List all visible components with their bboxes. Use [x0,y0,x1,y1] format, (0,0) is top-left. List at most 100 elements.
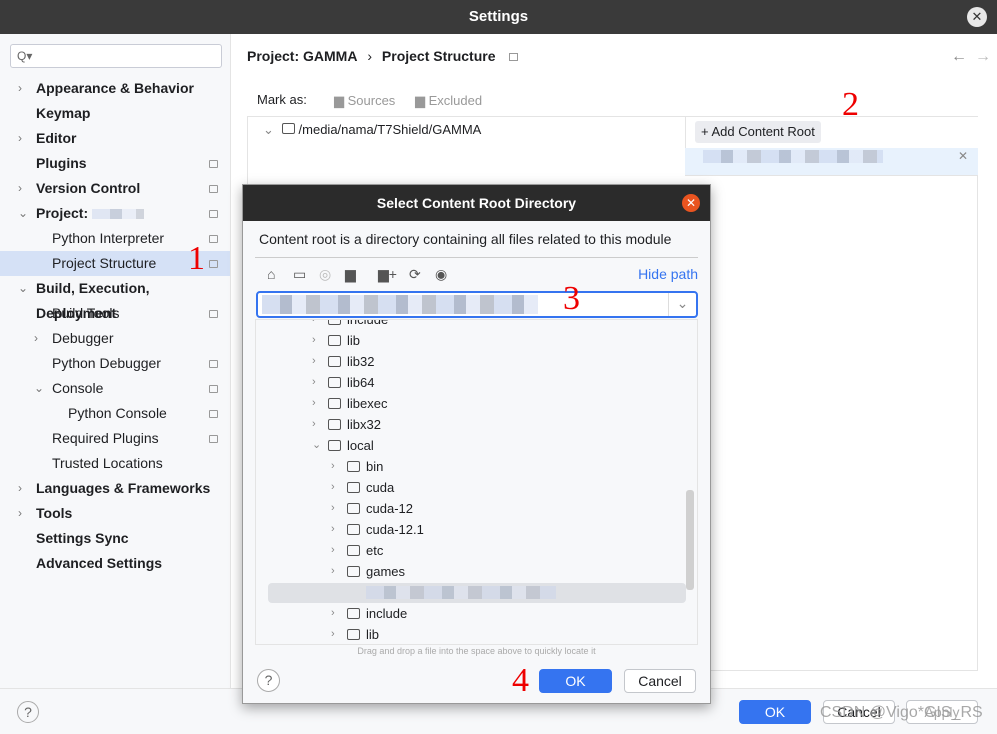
sidebar-item[interactable]: Python Console [0,401,230,426]
mark-as-label: Mark as: [257,92,307,107]
tree-item[interactable]: ⌄ local [256,435,696,456]
refresh-icon[interactable]: ⟳ [409,266,421,283]
chevron-icon[interactable]: ⌄ [18,201,28,226]
back-button[interactable]: ← [951,48,967,66]
content-root-row[interactable]: ⌄ /media/nama/T7Shield/GAMMA [263,122,481,138]
mark-excluded-button[interactable]: ▆ Excluded [415,93,482,109]
folder-icon [347,524,360,535]
tree-item[interactable]: › libx32 [256,414,696,435]
sidebar-item[interactable]: ⌄ Build, Execution, Deployment [0,276,230,321]
path-history-dropdown[interactable]: ⌄ [668,293,696,316]
tree-scrollbar[interactable] [686,490,694,590]
home-icon[interactable]: ⌂ [267,266,275,282]
tree-item[interactable] [256,582,696,603]
window-title: Settings [0,0,997,34]
show-hidden-icon[interactable]: ◉ [435,266,447,283]
chevron-icon[interactable]: › [18,126,22,151]
chevron-icon[interactable]: › [18,176,22,201]
dialog-ok-button[interactable]: OK [539,669,612,693]
chevron-right-icon[interactable]: › [312,330,316,351]
sidebar-item[interactable]: Plugins [0,151,230,176]
path-input[interactable]: ⌄ [256,291,698,318]
chevron-right-icon[interactable]: › [312,393,316,414]
sidebar-item-label: Settings Sync [36,530,129,546]
help-button[interactable]: ? [17,701,39,723]
chevron-icon[interactable]: › [18,76,22,101]
tree-item[interactable]: › libexec [256,393,696,414]
chevron-right-icon[interactable]: › [331,603,335,624]
chevron-down-icon[interactable]: ⌄ [312,435,321,456]
chevron-right-icon[interactable]: › [312,414,316,435]
tree-item[interactable]: › lib [256,330,696,351]
sidebar-item[interactable]: Advanced Settings [0,551,230,576]
content-root-entry[interactable]: ✕ [685,148,978,176]
chevron-icon[interactable]: › [18,476,22,501]
tree-item[interactable]: › cuda-12 [256,498,696,519]
chevron-right-icon[interactable]: › [331,498,335,519]
folder-name: lib [347,333,361,348]
chevron-icon[interactable]: ⌄ [34,376,44,401]
sidebar-item[interactable]: › Tools [0,501,230,526]
sidebar-item[interactable]: › Debugger [0,326,230,351]
chevron-right-icon[interactable]: › [312,320,316,330]
new-folder-icon[interactable]: ▆+ [378,266,397,283]
chevron-right-icon[interactable]: › [331,624,335,644]
sidebar-item[interactable]: › Version Control [0,176,230,201]
chevron-right-icon[interactable]: › [331,540,335,561]
sidebar-item[interactable]: Trusted Locations [0,451,230,476]
chevron-right-icon[interactable]: › [312,351,316,372]
directory-tree: › include › lib › lib32 › lib64 › libexec › libx32 ⌄… [255,319,698,645]
sidebar-item[interactable]: ⌄ Console [0,376,230,401]
tree-item[interactable]: › cuda-12.1 [256,519,696,540]
chevron-right-icon[interactable]: › [312,372,316,393]
tree-item[interactable]: › bin [256,456,696,477]
sidebar-item-label: Python Debugger [52,355,161,371]
tree-item[interactable]: › cuda [256,477,696,498]
sidebar-item[interactable]: Python Debugger [0,351,230,376]
module-folder-icon[interactable]: ▆ [345,266,356,283]
chevron-right-icon[interactable]: › [331,561,335,582]
project-level-icon [209,185,218,193]
tree-item[interactable]: › etc [256,540,696,561]
sidebar-item[interactable]: Settings Sync [0,526,230,551]
settings-search-input[interactable]: Q▾ [10,44,222,68]
tree-item[interactable]: › include [256,603,696,624]
project-level-icon [209,410,218,418]
ok-button[interactable]: OK [739,700,811,724]
breadcrumb-separator: › [367,48,373,64]
dialog-cancel-button[interactable]: Cancel [624,669,696,693]
breadcrumb-project[interactable]: Project: GAMMA [247,48,357,64]
tree-item[interactable]: › include [256,320,696,330]
sidebar-item[interactable]: Keymap [0,101,230,126]
forward-button[interactable]: → [975,48,991,66]
project-icon[interactable]: ◎ [319,266,331,283]
sidebar-item[interactable]: Build Tools [0,301,230,326]
chevron-icon[interactable]: › [18,501,22,526]
chevron-icon[interactable]: ⌄ [18,276,28,301]
desktop-icon[interactable]: ▭ [293,266,306,283]
tree-item[interactable]: › lib64 [256,372,696,393]
sidebar-item[interactable]: › Appearance & Behavior [0,76,230,101]
hide-path-link[interactable]: Hide path [638,266,698,282]
tree-item[interactable]: › games [256,561,696,582]
sidebar-item[interactable]: ⌄ Project: [0,201,230,226]
tree-item[interactable]: › lib [256,624,696,644]
chevron-right-icon[interactable]: › [331,456,335,477]
chevron-right-icon[interactable]: › [331,519,335,540]
remove-root-icon[interactable]: ✕ [958,149,968,163]
sidebar-item[interactable]: › Editor [0,126,230,151]
mark-sources-button[interactable]: ▆ Sources [334,93,395,109]
folder-icon [328,356,341,367]
dialog-close-button[interactable]: ✕ [682,194,700,212]
folder-name: cuda-12.1 [366,522,424,537]
sidebar-item-label: Languages & Frameworks [36,480,211,496]
close-window-button[interactable]: ✕ [967,7,987,27]
sidebar-item[interactable]: Required Plugins [0,426,230,451]
dialog-help-button[interactable]: ? [257,669,280,692]
chevron-right-icon[interactable]: › [331,477,335,498]
chevron-icon[interactable]: › [34,326,38,351]
folder-icon [347,545,360,556]
add-content-root-button[interactable]: + Add Content Root [695,121,821,143]
sidebar-item[interactable]: › Languages & Frameworks [0,476,230,501]
tree-item[interactable]: › lib32 [256,351,696,372]
